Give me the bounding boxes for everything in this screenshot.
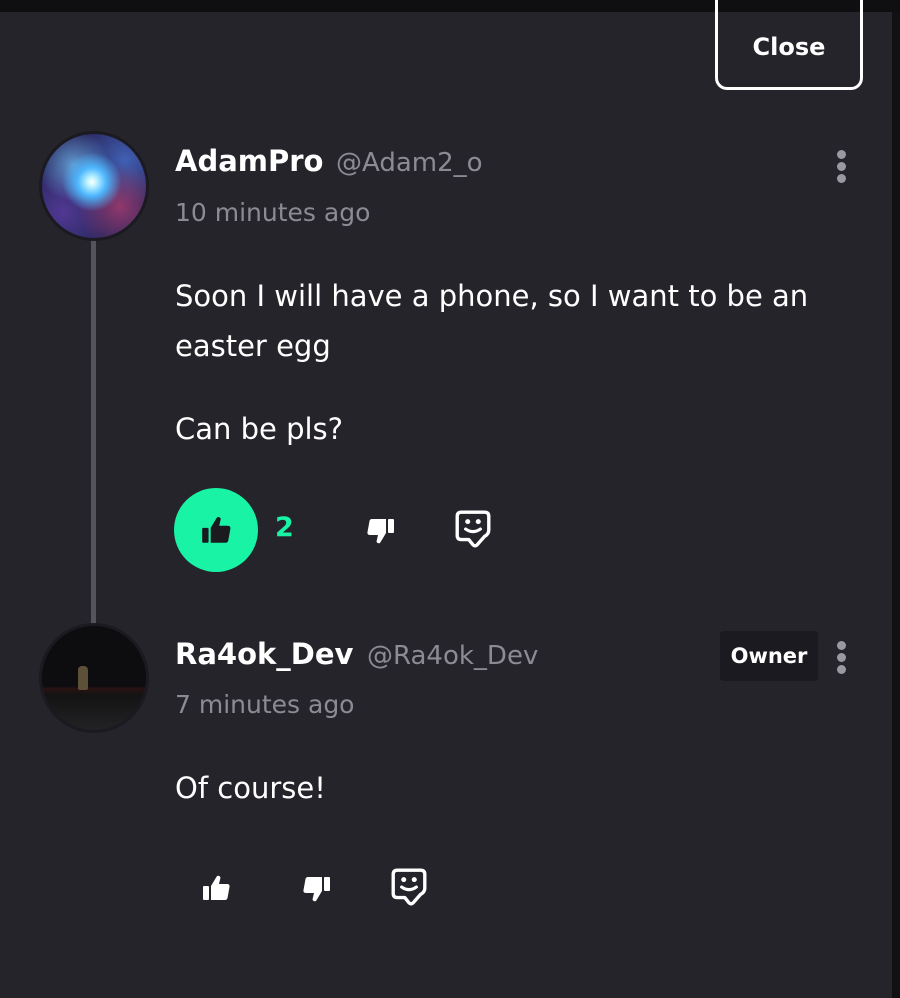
scrollbar[interactable] xyxy=(892,12,900,998)
thread-line xyxy=(91,240,96,625)
comment-text: Soon I will have a phone, so I want to b… xyxy=(175,279,809,363)
reply-button[interactable] xyxy=(388,866,430,908)
author-handle[interactable]: @Ra4ok_Dev xyxy=(367,641,538,671)
avatar-figure xyxy=(78,666,88,690)
like-count: 2 xyxy=(275,512,294,543)
author-handle[interactable]: @Adam2_o xyxy=(336,148,483,178)
comment-text: Of course! xyxy=(175,771,326,805)
owner-badge: Owner xyxy=(720,631,818,681)
thumbs-up-icon xyxy=(203,875,230,900)
dislike-button[interactable] xyxy=(362,512,400,550)
author-name[interactable]: Ra4ok_Dev xyxy=(175,637,353,671)
thumbs-up-icon xyxy=(202,516,231,543)
reply-button[interactable] xyxy=(452,508,494,550)
thumbs-down-icon xyxy=(367,519,394,544)
like-button[interactable] xyxy=(198,870,234,906)
reply-sticker-icon xyxy=(391,868,427,906)
comment-timestamp: 7 minutes ago xyxy=(175,690,355,719)
dislike-button[interactable] xyxy=(298,870,336,908)
comment-text: Can be pls? xyxy=(175,412,344,446)
reply-sticker-icon xyxy=(455,510,491,548)
kebab-menu-icon[interactable] xyxy=(831,148,851,188)
avatar[interactable] xyxy=(39,131,149,241)
like-button[interactable] xyxy=(174,488,258,572)
avatar[interactable] xyxy=(39,623,149,733)
close-button[interactable]: Close xyxy=(715,0,863,90)
author-name[interactable]: AdamPro xyxy=(175,144,323,178)
kebab-menu-icon[interactable] xyxy=(831,639,851,679)
thumbs-down-icon xyxy=(303,877,330,902)
comment-timestamp: 10 minutes ago xyxy=(175,198,371,227)
